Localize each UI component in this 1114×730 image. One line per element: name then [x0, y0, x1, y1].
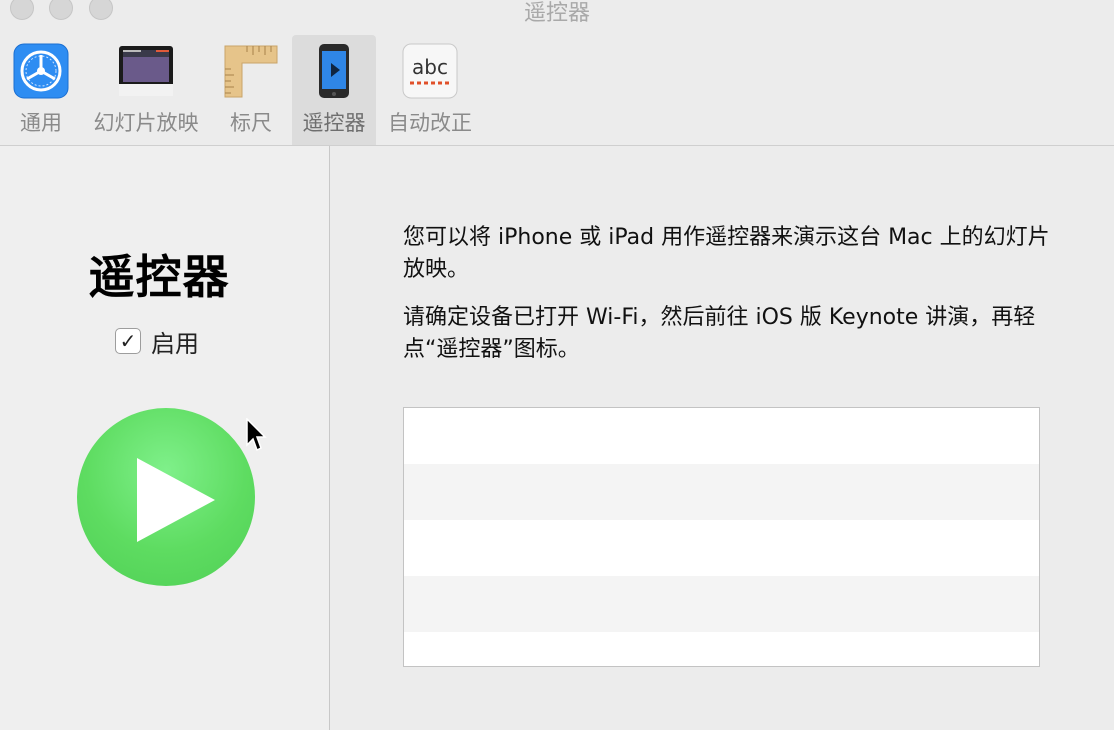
- remote-main-panel: 您可以将 iPhone 或 iPad 用作遥控器来演示这台 Mac 上的幻灯片放…: [331, 146, 1114, 730]
- autocorrect-icon: abc: [402, 43, 458, 99]
- tab-general[interactable]: 通用: [4, 35, 78, 145]
- checkmark-icon: ✓: [119, 329, 137, 353]
- tab-slideshow-label: 幻灯片放映: [93, 111, 199, 135]
- mouse-cursor-icon: [246, 418, 267, 452]
- window-toolbar: 遥控器 通用 幻灯片放映 标尺 遥控器 abc 自动改正: [0, 0, 1114, 146]
- list-item[interactable]: [404, 632, 1039, 666]
- ruler-icon: [223, 43, 279, 99]
- list-item[interactable]: [404, 520, 1039, 576]
- enable-remote-label: 启用: [151, 329, 199, 358]
- tab-general-label: 通用: [20, 111, 62, 135]
- remote-heading: 遥控器: [88, 250, 230, 304]
- enable-remote-row[interactable]: ✓ 启用: [115, 326, 199, 358]
- list-item[interactable]: [404, 408, 1039, 464]
- remote-instructions: 请确定设备已打开 Wi-Fi，然后前往 iOS 版 Keynote 讲演，再轻点…: [403, 305, 1036, 362]
- tab-slideshow[interactable]: 幻灯片放映: [86, 35, 206, 145]
- tab-rulers-label: 标尺: [230, 111, 272, 135]
- list-item[interactable]: [404, 464, 1039, 520]
- remote-sidebar: 遥控器 ✓ 启用: [0, 146, 330, 730]
- tab-autocorrect[interactable]: abc 自动改正: [382, 35, 478, 145]
- play-button[interactable]: [77, 408, 255, 586]
- tab-autocorrect-label: 自动改正: [388, 111, 472, 135]
- device-list[interactable]: [403, 407, 1040, 667]
- window-title: 遥控器: [523, 1, 590, 26]
- slideshow-icon: [118, 43, 174, 99]
- tab-remote-label: 遥控器: [302, 111, 366, 135]
- list-item[interactable]: [404, 576, 1039, 632]
- tab-remote[interactable]: 遥控器: [292, 35, 376, 145]
- play-icon: [137, 458, 215, 542]
- remote-device-icon: [306, 43, 362, 99]
- gear-icon: [13, 43, 69, 99]
- enable-remote-checkbox[interactable]: ✓: [115, 328, 141, 354]
- svg-text:abc: abc: [412, 55, 448, 79]
- tab-rulers[interactable]: 标尺: [214, 35, 288, 145]
- remote-description: 您可以将 iPhone 或 iPad 用作遥控器来演示这台 Mac 上的幻灯片放…: [403, 225, 1050, 282]
